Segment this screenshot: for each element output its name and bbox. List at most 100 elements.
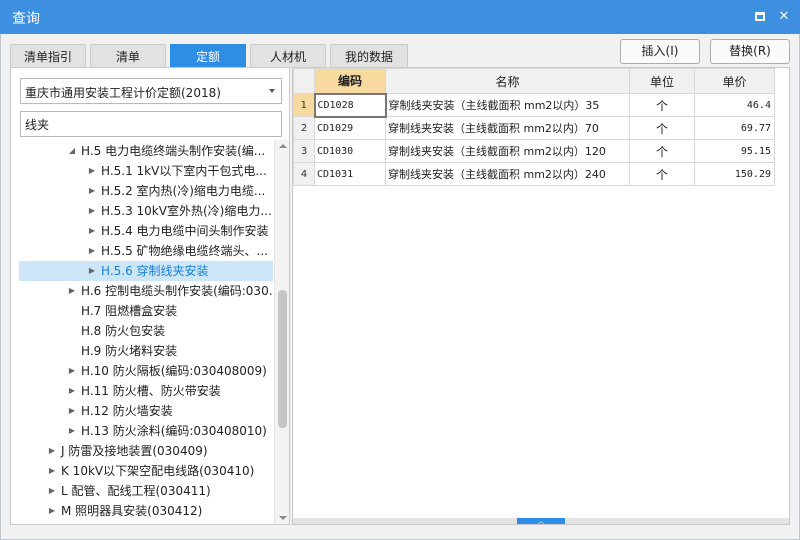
tree-item[interactable]: H.7 阻燃槽盒安装 [19,301,273,321]
search-input[interactable] [20,111,282,137]
cell-unit[interactable]: 个 [629,139,695,163]
tree-item-label: N 附属工程(030413) [61,521,177,524]
cell-name[interactable]: 穿制线夹安装（主线截面积 mm2以内）70 [385,116,630,140]
window-title: 查询 [12,11,40,27]
tree-item-label: M 照明器具安装(030412) [61,504,203,518]
expand-arrow-icon[interactable]: ▶ [67,281,77,301]
insert-button[interactable]: 插入(I) [620,39,700,64]
expand-arrow-icon[interactable]: ▶ [87,201,97,221]
collapse-arrow-icon[interactable]: ◢ [67,141,77,161]
tree-item-label: H.5.1 1kV以下室内干包式电... [101,164,267,178]
collapse-handle-icon[interactable]: ︿ [517,518,565,524]
category-tree: ◢ H.5 电力电缆终端头制作安装(编... ▶ H.5.1 1kV以下室内干包式电.… [11,140,273,524]
tree-item[interactable]: ▶ H.10 防火隔板(编码:030408009) [19,361,273,381]
scroll-down-icon[interactable] [279,516,287,520]
tree-item[interactable]: ▶ H.5.1 1kV以下室内干包式电... [19,161,273,181]
tree-item[interactable]: ▶ H.5.6 穿制线夹安装 [19,261,273,281]
cell-code[interactable]: CD1029 [314,116,386,140]
tree-item-label: H.5.3 10kV室外热(冷)缩电力... [101,204,272,218]
cell-code[interactable]: CD1030 [314,139,386,163]
tab-list[interactable]: 清单 [90,44,166,68]
expand-arrow-icon[interactable]: ▶ [87,221,97,241]
tree-item[interactable]: ▶ H.11 防火槽、防火带安装 [19,381,273,401]
replace-button[interactable]: 替换(R) [710,39,790,64]
cell-name[interactable]: 穿制线夹安装（主线截面积 mm2以内）240 [385,162,630,186]
horizontal-scrollbar[interactable]: ︿ [293,518,789,524]
tree-item[interactable]: ▶ M 照明器具安装(030412) [19,501,273,521]
close-button[interactable]: ✕ [776,9,792,25]
row-number[interactable]: 1 [293,93,315,117]
tree-item[interactable]: ▶ H.13 防火涂料(编码:030408010) [19,421,273,441]
tree-item[interactable]: ◢ H.5 电力电缆终端头制作安装(编... [19,141,273,161]
tree-item-label: H.12 防火墙安装 [81,404,173,418]
table-row[interactable]: 1 CD1028 穿制线夹安装（主线截面积 mm2以内）35 个 46.4 [293,92,775,118]
tree-item-label: H.5.5 矿物绝缘电缆终端头、... [101,244,268,258]
row-number[interactable]: 2 [293,116,315,140]
expand-arrow-icon[interactable]: ▶ [67,401,77,421]
expand-arrow-icon[interactable]: ▶ [47,481,57,501]
column-header-name[interactable]: 名称 [385,68,630,94]
expand-arrow-icon[interactable]: ▶ [67,381,77,401]
tree-item[interactable]: ▶ H.5.4 电力电缆中间头制作安装 [19,221,273,241]
tab-list-guide[interactable]: 清单指引 [10,44,86,68]
tree-item-label: J 防雷及接地装置(030409) [61,444,208,458]
maximize-icon [755,12,765,21]
column-header-code[interactable]: 编码 [314,68,386,94]
tab-materials[interactable]: 人材机 [250,44,326,68]
tree-item-label: H.6 控制电缆头制作安装(编码:030... [81,284,273,298]
cell-unit[interactable]: 个 [629,116,695,140]
column-header-price[interactable]: 单价 [694,68,775,94]
cell-price[interactable]: 46.4 [694,93,775,117]
expand-arrow-icon[interactable]: ▶ [87,161,97,181]
expand-arrow-icon[interactable]: ▶ [67,421,77,441]
tree-item[interactable]: H.8 防火包安装 [19,321,273,341]
tree-item-label: H.7 阻燃槽盒安装 [81,304,178,318]
tab-my-data[interactable]: 我的数据 [330,44,408,68]
expand-arrow-icon[interactable]: ▶ [47,441,57,461]
expand-arrow-icon[interactable]: ▶ [47,521,57,524]
results-panel: 编码 名称 单位 单价 1 CD1028 穿制线夹安装（主线截面积 mm2以内）35… [292,67,790,525]
expand-arrow-icon[interactable]: ▶ [87,241,97,261]
scroll-up-icon[interactable] [279,144,287,148]
scrollbar-thumb[interactable] [278,290,287,428]
expand-arrow-icon[interactable]: ▶ [67,361,77,381]
cell-price[interactable]: 69.77 [694,116,775,140]
tree-item-label: K 10kV以下架空配电线路(030410) [61,464,255,478]
maximize-button[interactable] [752,9,768,25]
tree-item-label: H.10 防火隔板(编码:030408009) [81,364,267,378]
row-number[interactable]: 4 [293,162,315,186]
table-row[interactable]: 4 CD1031 穿制线夹安装（主线截面积 mm2以内）240 个 150.29 [293,162,775,186]
cell-unit[interactable]: 个 [629,93,695,117]
table-row[interactable]: 2 CD1029 穿制线夹安装（主线截面积 mm2以内）70 个 69.77 [293,116,775,140]
tab-quota[interactable]: 定额 [170,44,246,68]
row-number[interactable]: 3 [293,139,315,163]
tree-item[interactable]: ▶ N 附属工程(030413) [19,521,273,524]
expand-arrow-icon[interactable]: ▶ [87,181,97,201]
tree-scrollbar[interactable] [274,140,289,524]
tree-item[interactable]: H.9 防火堵料安装 [19,341,273,361]
expand-arrow-icon[interactable]: ▶ [87,261,97,281]
expand-arrow-icon[interactable]: ▶ [47,501,57,521]
cell-code[interactable]: CD1031 [314,162,386,186]
table-header-row: 编码 名称 单位 单价 [293,68,775,94]
cell-price[interactable]: 150.29 [694,162,775,186]
expand-arrow-icon[interactable]: ▶ [47,461,57,481]
tree-item[interactable]: ▶ H.6 控制电缆头制作安装(编码:030... [19,281,273,301]
tree-item[interactable]: ▶ H.5.3 10kV室外热(冷)缩电力... [19,201,273,221]
tree-item[interactable]: ▶ J 防雷及接地装置(030409) [19,441,273,461]
tree-item[interactable]: ▶ L 配管、配线工程(030411) [19,481,273,501]
tree-item[interactable]: ▶ H.5.2 室内热(冷)缩电力电缆... [19,181,273,201]
cell-price[interactable]: 95.15 [694,139,775,163]
cell-code[interactable]: CD1028 [313,92,387,118]
tree-item-label: H.5 电力电缆终端头制作安装(编... [81,144,266,158]
library-select[interactable]: 重庆市通用安装工程计价定额(2018) [20,78,282,104]
table-row[interactable]: 3 CD1030 穿制线夹安装（主线截面积 mm2以内）120 个 95.15 [293,139,775,163]
tree-item[interactable]: ▶ H.5.5 矿物绝缘电缆终端头、... [19,241,273,261]
cell-name[interactable]: 穿制线夹安装（主线截面积 mm2以内）35 [385,93,630,117]
tree-item[interactable]: ▶ H.12 防火墙安装 [19,401,273,421]
cell-name[interactable]: 穿制线夹安装（主线截面积 mm2以内）120 [385,139,630,163]
cell-unit[interactable]: 个 [629,162,695,186]
column-header-unit[interactable]: 单位 [629,68,695,94]
tree-item-label: H.8 防火包安装 [81,324,166,338]
tree-item[interactable]: ▶ K 10kV以下架空配电线路(030410) [19,461,273,481]
